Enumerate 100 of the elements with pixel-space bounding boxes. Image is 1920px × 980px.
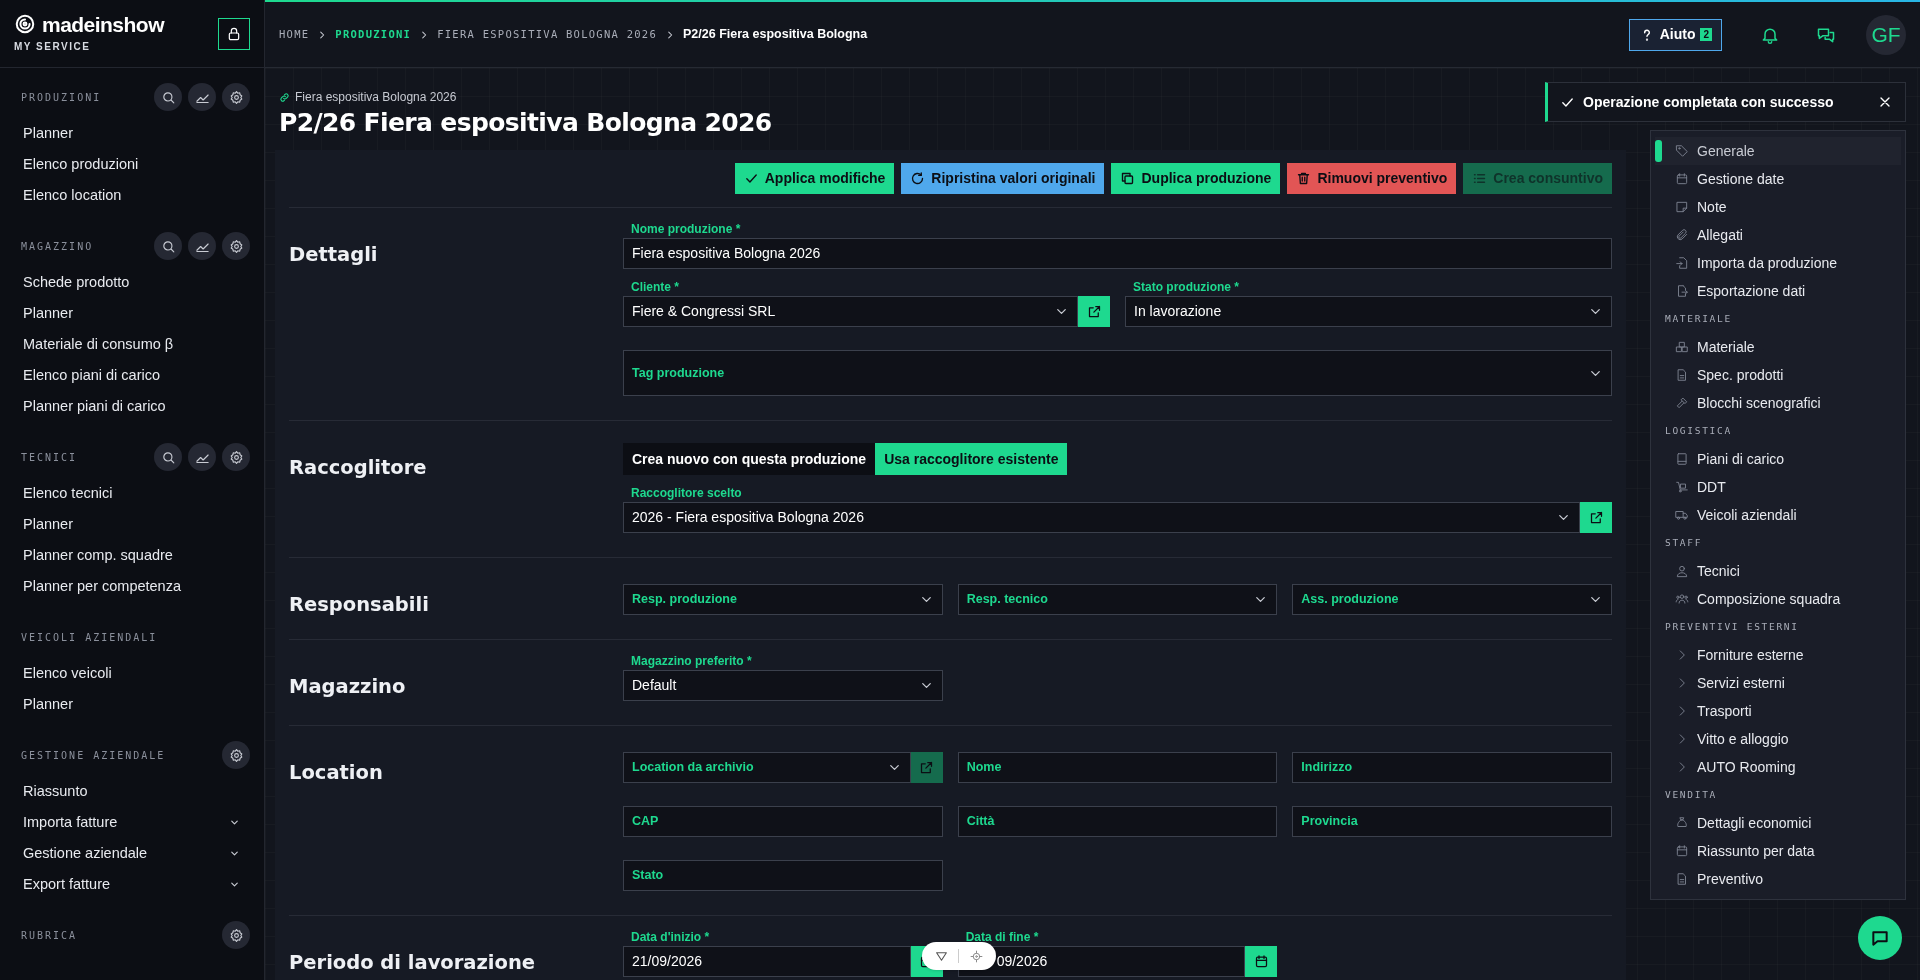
nav-item[interactable]: Materiale bbox=[1655, 333, 1901, 361]
toolbar-button[interactable]: Applica modifiche bbox=[734, 163, 895, 194]
sidebar-item[interactable]: Riassunto bbox=[14, 776, 250, 807]
input-field[interactable]: CAP bbox=[623, 806, 943, 837]
search-button[interactable] bbox=[154, 232, 182, 260]
date-field[interactable]: 09/2026 bbox=[957, 946, 1246, 977]
settings-button[interactable] bbox=[222, 921, 250, 949]
toggle-option[interactable]: Crea nuovo con questa produzione bbox=[623, 443, 876, 475]
nav-item[interactable]: Importa da produzione bbox=[1655, 249, 1901, 277]
nav-item[interactable]: Gestione date bbox=[1655, 165, 1901, 193]
open-link-button[interactable] bbox=[1078, 296, 1110, 327]
nav-item[interactable]: Preventivo bbox=[1655, 865, 1901, 893]
parent-link[interactable]: Fiera espositiva Bologna 2026 bbox=[279, 88, 457, 106]
input-field[interactable]: Fiera espositiva Bologna 2026 bbox=[623, 238, 1612, 269]
sidebar-item[interactable]: Planner bbox=[14, 118, 250, 149]
settings-button[interactable] bbox=[222, 741, 250, 769]
sidebar-item[interactable]: Elenco produzioni bbox=[14, 149, 250, 180]
calendar-icon bbox=[1675, 844, 1689, 858]
select-field[interactable]: In lavorazione bbox=[1125, 296, 1612, 327]
avatar[interactable]: GF bbox=[1866, 14, 1906, 55]
input-field[interactable]: Nome bbox=[957, 752, 1278, 783]
nav-item[interactable]: Tecnici bbox=[1655, 557, 1901, 585]
toggle-option[interactable]: Usa raccoglitore esistente bbox=[875, 443, 1068, 475]
select-field[interactable]: Fiere & Congressi SRL bbox=[623, 296, 1078, 327]
select-field[interactable]: Tag produzione bbox=[623, 350, 1612, 396]
open-link-button[interactable] bbox=[1580, 502, 1612, 533]
chat-button[interactable] bbox=[1858, 916, 1902, 960]
breadcrumb-link[interactable]: PRODUZIONI bbox=[335, 26, 412, 43]
external-link-icon bbox=[1588, 510, 1604, 525]
input-field[interactable]: Indirizzo bbox=[1292, 752, 1612, 783]
sidebar-item[interactable]: Gestione aziendale bbox=[14, 838, 250, 869]
chart-button[interactable] bbox=[188, 232, 216, 260]
search-button[interactable] bbox=[154, 83, 182, 111]
toolbar-button[interactable]: Duplica produzione bbox=[1111, 163, 1281, 194]
calendar-button[interactable] bbox=[1245, 946, 1278, 977]
date-field[interactable]: 21/09/2026 bbox=[623, 946, 911, 977]
file-import-icon bbox=[1675, 256, 1689, 270]
select-field[interactable]: 2026 - Fiera espositiva Bologna 2026 bbox=[623, 502, 1580, 533]
nav-item[interactable]: Generale bbox=[1655, 137, 1901, 165]
breadcrumb-link[interactable]: FIERA ESPOSITIVA BOLOGNA 2026 bbox=[437, 26, 658, 43]
nav-item[interactable]: Servizi esterni bbox=[1655, 669, 1901, 697]
toolbar-button[interactable]: Ripristina valori originali bbox=[901, 163, 1105, 194]
sidebar-item[interactable]: Planner piani di carico bbox=[14, 391, 250, 422]
nav-item[interactable]: Esportazione dati bbox=[1655, 277, 1901, 305]
nav-item[interactable]: Veicoli aziendali bbox=[1655, 501, 1901, 529]
nav-item[interactable]: Allegati bbox=[1655, 221, 1901, 249]
nav-item[interactable]: Riassunto per data bbox=[1655, 837, 1901, 865]
sidebar-item[interactable]: Elenco veicoli bbox=[14, 658, 250, 689]
sidebar-item[interactable]: Planner comp. squadre bbox=[14, 540, 250, 571]
select-field[interactable]: Default bbox=[623, 670, 943, 701]
select-field[interactable]: Location da archivio bbox=[623, 752, 911, 783]
nav-item[interactable]: AUTO Rooming bbox=[1655, 753, 1901, 781]
settings-icon bbox=[228, 89, 244, 105]
field-label: Data d'inizio * bbox=[630, 929, 711, 944]
select-field[interactable]: Resp. produzione bbox=[623, 584, 943, 615]
toolbar-button[interactable]: Rimuovi preventivo bbox=[1287, 163, 1457, 194]
sidebar-item[interactable]: Elenco tecnici bbox=[14, 478, 250, 509]
nav-item[interactable]: Dettagli economici bbox=[1655, 809, 1901, 837]
select-field[interactable]: Resp. tecnico bbox=[957, 584, 1278, 615]
input-field[interactable]: Stato bbox=[623, 860, 943, 891]
chart-button[interactable] bbox=[188, 443, 216, 471]
help-button[interactable]: Aiuto 2 bbox=[1628, 18, 1722, 51]
floating-menu[interactable] bbox=[922, 942, 996, 970]
breadcrumb-link[interactable]: HOME bbox=[279, 26, 310, 43]
select-field[interactable]: Ass. produzione bbox=[1292, 584, 1612, 615]
calendar-icon bbox=[1675, 172, 1689, 186]
search-button[interactable] bbox=[154, 443, 182, 471]
input-field[interactable]: Città bbox=[957, 806, 1278, 837]
sidebar-item[interactable]: Schede prodotto bbox=[14, 267, 250, 298]
nav-item[interactable]: Spec. prodotti bbox=[1655, 361, 1901, 389]
sidebar-item[interactable]: Export fatture bbox=[14, 869, 250, 900]
breadcrumb-link[interactable]: P2/26 Fiera espositiva Bologna bbox=[683, 25, 868, 44]
sidebar-item[interactable]: Planner bbox=[14, 689, 250, 720]
sidebar-item[interactable]: Planner bbox=[14, 509, 250, 540]
nav-item[interactable]: Note bbox=[1655, 193, 1901, 221]
calendar-icon bbox=[1253, 954, 1269, 969]
settings-button[interactable] bbox=[222, 83, 250, 111]
nav-item[interactable]: Blocchi scenografici bbox=[1655, 389, 1901, 417]
bubble-icon bbox=[1870, 928, 1890, 948]
nav-item[interactable]: Vitto e alloggio bbox=[1655, 725, 1901, 753]
brand-subtitle: MY SERVICE bbox=[14, 40, 92, 54]
sidebar-item[interactable]: Elenco piani di carico bbox=[14, 360, 250, 391]
sidebar-item[interactable]: Planner per competenza bbox=[14, 571, 250, 602]
input-field[interactable]: Provincia bbox=[1292, 806, 1612, 837]
settings-button[interactable] bbox=[222, 443, 250, 471]
nav-item[interactable]: Piani di carico bbox=[1655, 445, 1901, 473]
hammer-icon bbox=[1675, 396, 1689, 410]
sidebar-item[interactable]: Materiale di consumo β bbox=[14, 329, 250, 360]
sidebar-item[interactable]: Elenco location bbox=[14, 180, 250, 211]
nav-item[interactable]: Composizione squadra bbox=[1655, 585, 1901, 613]
document-icon bbox=[1675, 872, 1689, 886]
dolly-icon bbox=[1675, 480, 1689, 494]
nav-item[interactable]: Trasporti bbox=[1655, 697, 1901, 725]
sidebar-item[interactable]: Planner bbox=[14, 298, 250, 329]
nav-item[interactable]: DDT bbox=[1655, 473, 1901, 501]
settings-button[interactable] bbox=[222, 232, 250, 260]
chart-button[interactable] bbox=[188, 83, 216, 111]
lock-button[interactable] bbox=[218, 17, 250, 50]
nav-item[interactable]: Forniture esterne bbox=[1655, 641, 1901, 669]
sidebar-item[interactable]: Importa fatture bbox=[14, 807, 250, 838]
